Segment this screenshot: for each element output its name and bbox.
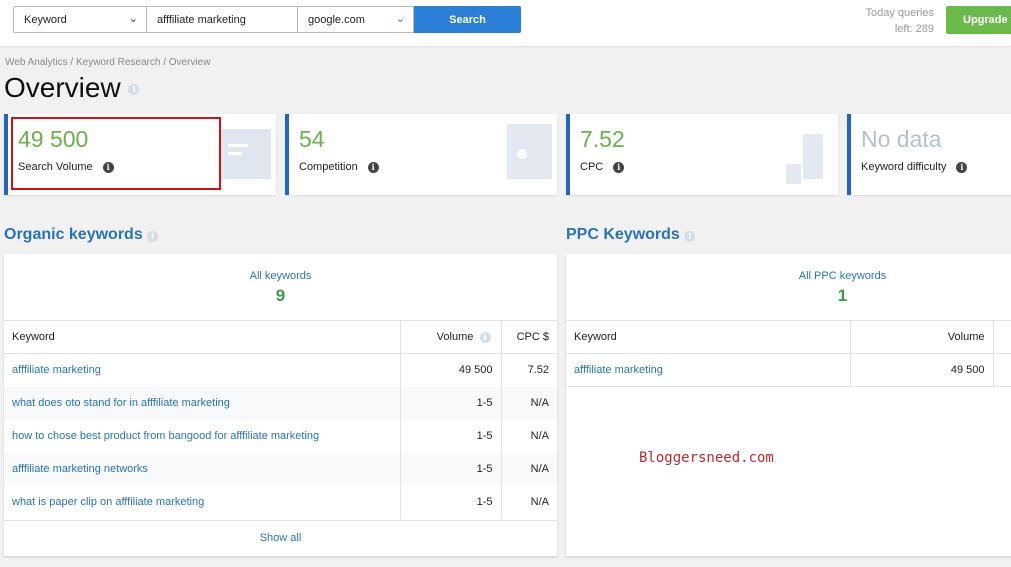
- keyword-link[interactable]: afffiliate marketing: [574, 364, 663, 376]
- card-value: 54: [299, 126, 325, 152]
- col-cpc[interactable]: CPC $: [500, 320, 557, 354]
- top-bar: Keyword ⌄ afffiliate marketing google.com…: [0, 0, 1011, 46]
- volume-cell: 1-5: [399, 419, 501, 453]
- volume-cell: 49 500: [399, 353, 501, 387]
- cpc-cell: N/A: [500, 452, 557, 486]
- breadcrumb: Web Analytics / Keyword Research / Overv…: [5, 57, 211, 68]
- organic-panel: All keywords 9 Keyword Volume i CPC $ af…: [4, 254, 557, 556]
- card-label-text: Competition: [299, 161, 358, 173]
- card-label: CPC i: [580, 161, 625, 173]
- key-illustration-icon: [507, 124, 552, 179]
- card-label-text: CPC: [580, 161, 604, 173]
- engine-value: google.com: [308, 13, 365, 26]
- search-type-select[interactable]: Keyword ⌄: [13, 6, 147, 33]
- keyword-link[interactable]: afffiliate marketing: [12, 364, 101, 376]
- all-ppc-keywords-link[interactable]: All PPC keywords: [566, 270, 1011, 282]
- info-icon[interactable]: i: [367, 161, 379, 173]
- cpc-cell: 7.52: [500, 353, 557, 387]
- keyword-link[interactable]: what does oto stand for in afffiliate ma…: [12, 397, 230, 409]
- card-value: 7.52: [580, 126, 625, 152]
- watermark: Bloggersneed.com: [639, 450, 774, 466]
- ppc-count: 1: [837, 286, 848, 305]
- card-cpc: 7.52 CPC i: [566, 114, 838, 195]
- queries-count: left: 289: [894, 23, 934, 35]
- ppc-summary: All PPC keywords 1: [566, 254, 1011, 320]
- volume-cell: 1-5: [399, 485, 501, 519]
- organic-summary: All keywords 9: [4, 254, 557, 320]
- card-label: Competition i: [299, 161, 379, 173]
- chevron-down-icon: ⌄: [128, 13, 138, 25]
- table-row: what is paper clip on afffiliate marketi…: [4, 485, 557, 519]
- ppc-section-title: PPC Keywords i: [566, 226, 696, 244]
- keyword-input-value: afffiliate marketing: [157, 13, 246, 26]
- page-title: Overview i: [4, 72, 140, 104]
- show-all-button[interactable]: Show all: [4, 520, 557, 556]
- table-header: Keyword Volume i CPC $: [4, 320, 557, 354]
- search-button[interactable]: Search: [414, 6, 521, 33]
- col-volume[interactable]: Volume: [849, 320, 993, 354]
- cpc-cell: N/A: [500, 485, 557, 519]
- engine-select[interactable]: google.com ⌄: [297, 6, 414, 33]
- page-title-text: Overview: [4, 72, 121, 103]
- extra-cell: [992, 353, 1011, 387]
- ppc-panel: All PPC keywords 1 Keyword Volume afffil…: [566, 254, 1011, 556]
- queries-left: Today queries left: 289: [840, 5, 935, 37]
- table-row: afffiliate marketing networks 1-5 N/A: [4, 452, 557, 486]
- col-volume[interactable]: Volume i: [399, 320, 501, 354]
- card-label: Keyword difficulty i: [861, 161, 968, 173]
- table-row: afffiliate marketing 49 500: [566, 353, 1011, 387]
- highlight-box: [11, 117, 221, 190]
- click-illustration-icon: [786, 134, 823, 184]
- table-row: what does oto stand for in afffiliate ma…: [4, 386, 557, 420]
- organic-title-text: Organic keywords: [4, 226, 143, 243]
- ppc-table: Keyword Volume afffiliate marketing 49 50…: [566, 320, 1011, 387]
- organic-count: 9: [275, 286, 286, 305]
- col-extra: [992, 320, 1011, 354]
- chevron-down-icon: ⌄: [395, 13, 405, 25]
- card-value: No data: [861, 126, 942, 152]
- card-competition: 54 Competition i: [285, 114, 557, 195]
- info-icon[interactable]: i: [479, 332, 491, 343]
- search-type-value: Keyword: [24, 13, 67, 26]
- info-icon[interactable]: i: [684, 231, 696, 242]
- upgrade-button[interactable]: Upgrade y: [946, 6, 1011, 34]
- info-icon[interactable]: i: [147, 231, 159, 242]
- info-icon[interactable]: i: [613, 161, 625, 173]
- table-header: Keyword Volume: [566, 320, 1011, 354]
- info-icon[interactable]: i: [956, 161, 968, 173]
- table-row: afffiliate marketing 49 500 7.52: [4, 353, 557, 387]
- info-icon[interactable]: i: [128, 84, 140, 96]
- keyword-link[interactable]: how to chose best product from bangood f…: [12, 430, 319, 442]
- col-keyword[interactable]: Keyword: [4, 320, 400, 354]
- keyword-input[interactable]: afffiliate marketing: [146, 6, 298, 33]
- table-row: how to chose best product from bangood f…: [4, 419, 557, 453]
- col-keyword[interactable]: Keyword: [566, 320, 850, 354]
- chart-illustration-icon: [221, 129, 271, 179]
- all-keywords-link[interactable]: All keywords: [4, 270, 557, 282]
- keyword-link[interactable]: what is paper clip on afffiliate marketi…: [12, 496, 204, 508]
- col-volume-label: Volume: [436, 331, 474, 343]
- organic-section-title: Organic keywords i: [4, 226, 159, 244]
- volume-cell: 49 500: [849, 353, 993, 387]
- queries-label: Today queries: [865, 7, 935, 19]
- keyword-link[interactable]: afffiliate marketing networks: [12, 463, 148, 475]
- volume-cell: 1-5: [399, 386, 501, 420]
- cpc-cell: N/A: [500, 419, 557, 453]
- ppc-title-text: PPC Keywords: [566, 226, 680, 243]
- card-label-text: Keyword difficulty: [861, 161, 947, 173]
- organic-table: Keyword Volume i CPC $ afffiliate market…: [4, 320, 557, 519]
- volume-cell: 1-5: [399, 452, 501, 486]
- cpc-cell: N/A: [500, 386, 557, 420]
- card-keyword-difficulty: No data Keyword difficulty i: [847, 114, 1011, 195]
